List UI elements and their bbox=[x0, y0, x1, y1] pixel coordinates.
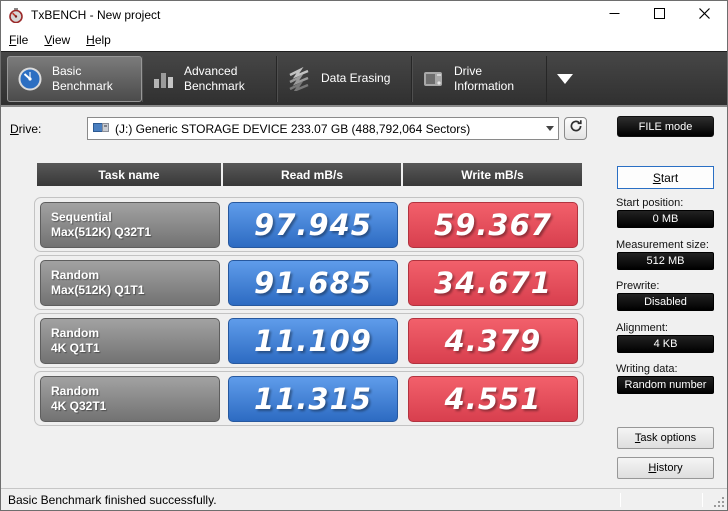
alignment-value: 4 KB bbox=[617, 335, 714, 353]
read-value-cell: 11.109 bbox=[228, 318, 398, 364]
menu-view[interactable]: View bbox=[36, 30, 78, 50]
write-value-cell: 4.551 bbox=[408, 376, 578, 422]
erase-icon bbox=[286, 66, 312, 91]
window-controls bbox=[592, 1, 727, 29]
drive-label: Drive: bbox=[10, 122, 42, 136]
drive-select[interactable]: (J:) Generic STORAGE DEVICE 233.07 GB (4… bbox=[87, 117, 559, 140]
write-value-cell: 59.367 bbox=[408, 202, 578, 248]
start-position-label: Start position: bbox=[616, 197, 684, 209]
tab-data-erasing[interactable]: Data Erasing bbox=[277, 55, 412, 102]
status-message: Basic Benchmark finished successfully. bbox=[8, 492, 217, 507]
write-value-cell: 34.671 bbox=[408, 260, 578, 306]
measurement-size-value: 512 MB bbox=[617, 252, 714, 270]
maximize-button[interactable] bbox=[637, 1, 682, 29]
column-header-read: Read mB/s bbox=[223, 163, 401, 186]
file-mode-button[interactable]: FILE mode bbox=[617, 116, 714, 137]
drive-info-icon bbox=[421, 67, 445, 91]
read-value-cell: 91.685 bbox=[228, 260, 398, 306]
tab-drive-information[interactable]: Drive Information bbox=[412, 55, 547, 102]
titlebar: TxBENCH - New project bbox=[1, 1, 727, 29]
read-value-cell: 97.945 bbox=[228, 202, 398, 248]
statusbar-separator bbox=[702, 493, 703, 507]
refresh-icon bbox=[569, 119, 583, 138]
table-row: Random Max(512K) Q1T1 91.685 34.671 bbox=[34, 255, 584, 310]
alignment-label: Alignment: bbox=[616, 322, 668, 334]
chevron-down-icon bbox=[541, 118, 558, 139]
tab-label: Data Erasing bbox=[321, 71, 391, 85]
bar-chart-icon bbox=[151, 67, 175, 91]
gauge-icon bbox=[17, 66, 43, 92]
toolbar: Basic Benchmark Advanced Benchmark Data Er… bbox=[1, 51, 727, 107]
start-button[interactable]: Start bbox=[617, 166, 714, 189]
tab-label: Advanced Benchmark bbox=[184, 63, 245, 93]
tab-label: Drive Information bbox=[454, 63, 515, 93]
status-bar: Basic Benchmark finished successfully. bbox=[1, 488, 727, 510]
prewrite-label: Prewrite: bbox=[616, 280, 660, 292]
menubar: File View Help bbox=[1, 29, 727, 51]
drive-selected-value: (J:) Generic STORAGE DEVICE 233.07 GB (4… bbox=[115, 121, 471, 136]
minimize-button[interactable] bbox=[592, 1, 637, 29]
overflow-caret-icon[interactable] bbox=[557, 73, 573, 84]
write-value-cell: 4.379 bbox=[408, 318, 578, 364]
tab-label: Basic Benchmark bbox=[52, 63, 113, 93]
task-name-cell[interactable]: Random 4K Q1T1 bbox=[40, 318, 220, 364]
window-title: TxBENCH - New project bbox=[31, 8, 161, 22]
close-button[interactable] bbox=[682, 1, 727, 29]
close-icon bbox=[699, 6, 710, 24]
task-options-button[interactable]: Task options bbox=[617, 427, 714, 449]
read-value-cell: 11.315 bbox=[228, 376, 398, 422]
storage-drive-icon bbox=[93, 121, 109, 137]
writing-data-value: Random number bbox=[617, 376, 714, 394]
table-row: Random 4K Q1T1 11.109 4.379 bbox=[34, 313, 584, 368]
start-position-value: 0 MB bbox=[617, 210, 714, 228]
history-button[interactable]: History bbox=[617, 457, 714, 479]
measurement-size-label: Measurement size: bbox=[616, 239, 709, 251]
refresh-button[interactable] bbox=[564, 117, 587, 140]
writing-data-label: Writing data: bbox=[616, 363, 678, 375]
column-header-task-name: Task name bbox=[37, 163, 221, 186]
task-name-cell[interactable]: Random 4K Q32T1 bbox=[40, 376, 220, 422]
prewrite-value: Disabled bbox=[617, 293, 714, 311]
app-window: TxBENCH - New project File View Help Bas… bbox=[0, 0, 728, 511]
resize-grip-icon[interactable] bbox=[712, 495, 726, 509]
tab-basic-benchmark[interactable]: Basic Benchmark bbox=[7, 55, 142, 102]
tab-advanced-benchmark[interactable]: Advanced Benchmark bbox=[142, 55, 277, 102]
maximize-icon bbox=[654, 6, 665, 24]
task-name-cell[interactable]: Sequential Max(512K) Q32T1 bbox=[40, 202, 220, 248]
task-name-cell[interactable]: Random Max(512K) Q1T1 bbox=[40, 260, 220, 306]
app-icon bbox=[8, 7, 24, 23]
menu-help[interactable]: Help bbox=[78, 30, 119, 50]
statusbar-separator bbox=[620, 493, 621, 507]
table-row: Random 4K Q32T1 11.315 4.551 bbox=[34, 371, 584, 426]
table-header: Task name Read mB/s Write mB/s bbox=[37, 163, 582, 186]
menu-file[interactable]: File bbox=[1, 30, 36, 50]
table-row: Sequential Max(512K) Q32T1 97.945 59.367 bbox=[34, 197, 584, 252]
column-header-write: Write mB/s bbox=[403, 163, 582, 186]
minimize-icon bbox=[609, 6, 620, 24]
